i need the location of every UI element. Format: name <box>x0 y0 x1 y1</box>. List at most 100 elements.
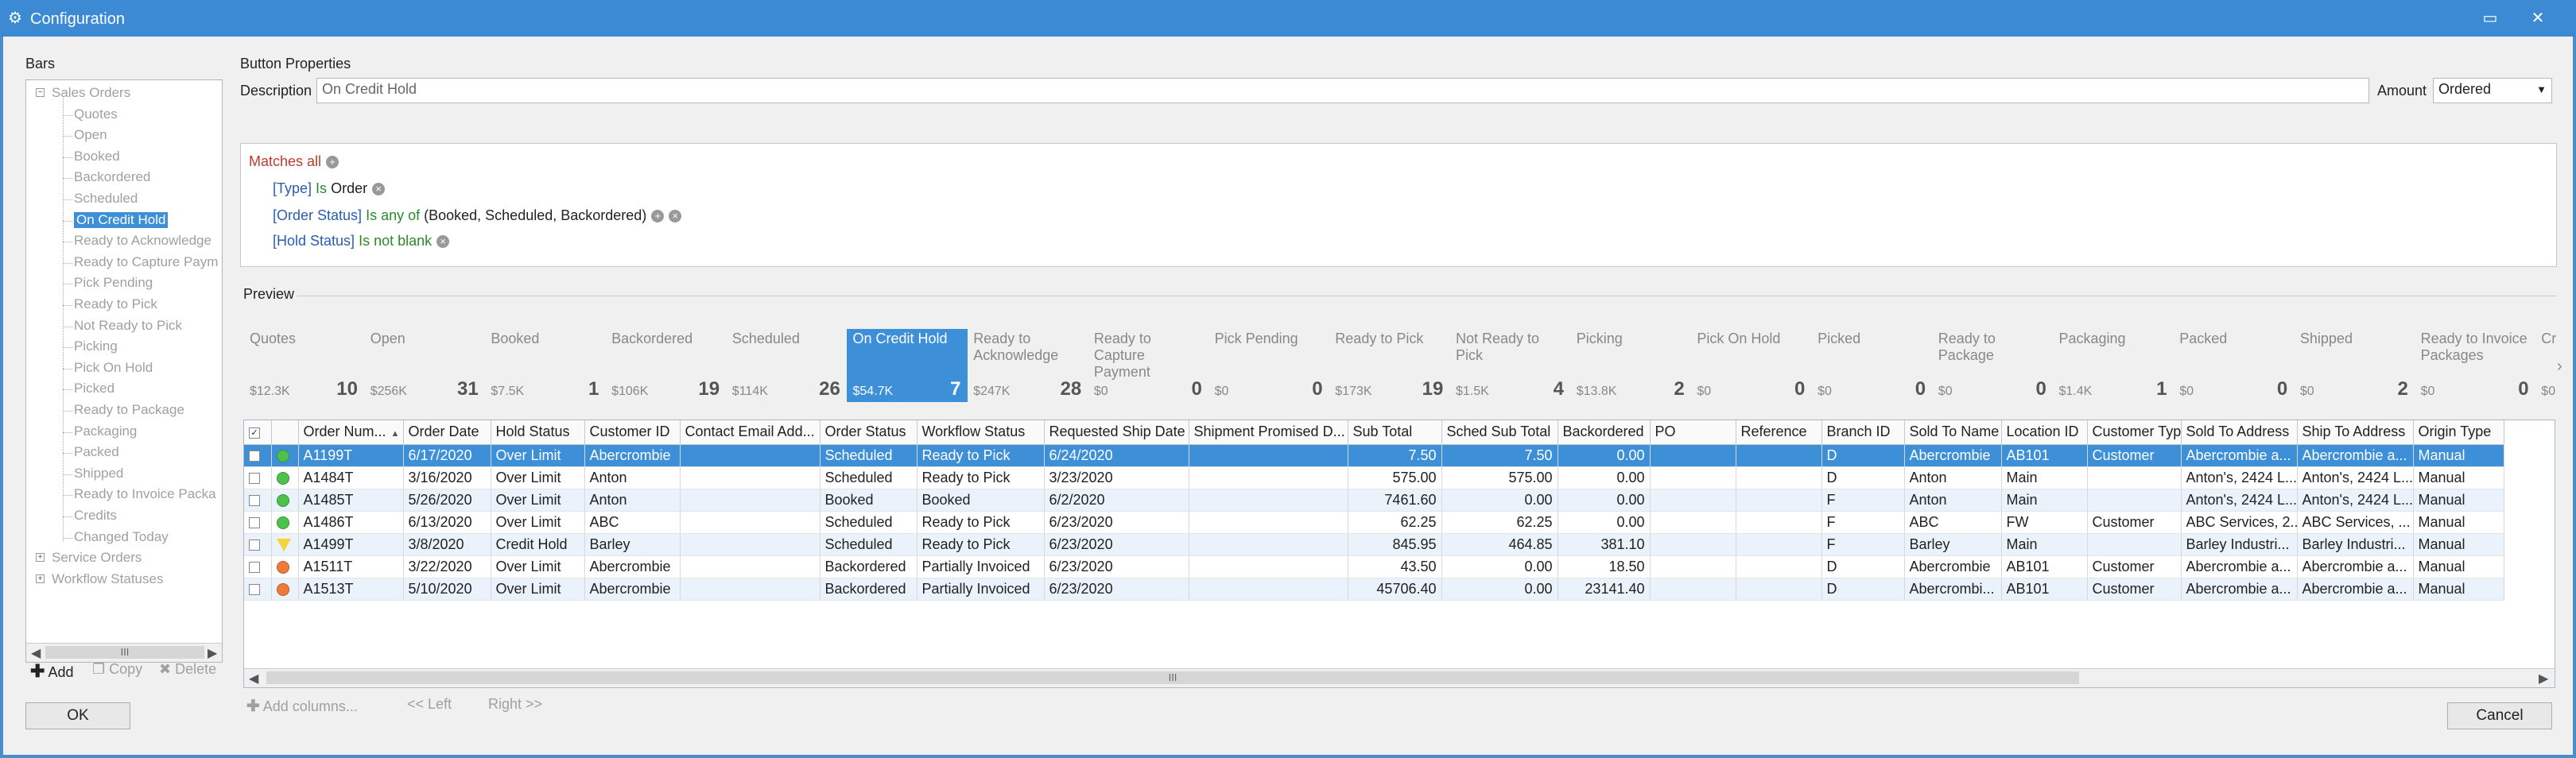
tree-item[interactable]: Service Orders <box>52 550 142 566</box>
grid-cell[interactable]: Abercrombie a... <box>2181 555 2298 578</box>
filter-group-operator[interactable]: Matches all <box>249 153 321 169</box>
table-row[interactable]: A1484T 3/16/2020 Over Limit Anton Scheduled R… <box>244 466 2504 489</box>
grid-cell[interactable]: AB101 <box>2001 444 2088 467</box>
grid-cell[interactable] <box>680 578 821 601</box>
table-row[interactable]: A1511T 3/22/2020 Over Limit Abercrombie Back… <box>244 555 2504 578</box>
grid-cell[interactable]: Abercrombie a... <box>2181 578 2298 601</box>
grid-cell[interactable]: ABC Services, ... <box>2297 511 2414 534</box>
grid-cell[interactable]: AB101 <box>2001 555 2088 578</box>
grid-cell[interactable]: 3/22/2020 <box>403 555 491 578</box>
condition-order-status-field[interactable]: [Order Status] <box>273 207 362 223</box>
grid-cell[interactable]: Manual <box>2413 533 2504 556</box>
grid-cell[interactable]: Barley Industri... <box>2297 533 2414 556</box>
grid-cell[interactable]: 0.00 <box>1441 489 1558 512</box>
move-right-button[interactable]: Right >> <box>488 696 542 713</box>
grid-cell[interactable]: A1484T <box>298 466 404 489</box>
grid-cell[interactable]: Abercrombie <box>1904 444 2002 467</box>
maximize-button[interactable]: ▭ <box>2474 5 2506 32</box>
grid-cell[interactable]: Main <box>2001 533 2088 556</box>
preview-bar[interactable]: Quotes $12.3K 10 <box>243 329 364 402</box>
close-button[interactable]: ✕ <box>2522 5 2554 32</box>
grid-horizontal-scrollbar[interactable]: ◀ III ▶ <box>244 668 2555 687</box>
row-checkbox[interactable] <box>249 516 260 528</box>
grid-cell[interactable]: 0.00 <box>1441 555 1558 578</box>
grid-cell[interactable] <box>1189 578 1348 601</box>
grid-cell[interactable] <box>1650 444 1736 467</box>
preview-bar[interactable]: Picked $0 0 <box>1811 329 1932 402</box>
row-checkbox[interactable] <box>249 561 260 573</box>
grid-cell[interactable]: Manual <box>2413 444 2504 467</box>
grid-cell[interactable]: Credit Hold <box>491 533 585 556</box>
tree-item[interactable]: Ready to Acknowledge <box>74 233 211 249</box>
grid-cell[interactable] <box>1736 466 1822 489</box>
scroll-left-icon[interactable]: ◀ <box>249 671 258 686</box>
grid-cell[interactable]: 43.50 <box>1348 555 1442 578</box>
grid-cell[interactable] <box>1736 533 1822 556</box>
column-header[interactable]: Workflow Status <box>917 420 1045 445</box>
grid-cell[interactable] <box>1189 444 1348 467</box>
row-checkbox[interactable] <box>249 472 260 484</box>
grid-cell[interactable]: Ready to Pick <box>917 533 1045 556</box>
row-checkbox-cell[interactable] <box>244 511 272 534</box>
grid-cell[interactable]: 0.00 <box>1441 578 1558 601</box>
column-header[interactable]: Ship To Address <box>2297 420 2414 445</box>
preview-bar[interactable]: Pick On Hold $0 0 <box>1690 329 1811 402</box>
tree-item[interactable]: Scheduled <box>74 191 138 207</box>
condition-order-status-value[interactable]: (Booked, Scheduled, Backordered) <box>424 207 646 223</box>
condition-order-status-operator[interactable]: Is any of <box>366 207 420 223</box>
grid-cell[interactable]: 575.00 <box>1348 466 1442 489</box>
bars-tree[interactable]: Sales Orders − Quotes Open Booked Backordered… <box>25 79 223 663</box>
grid-cell[interactable]: ABC <box>1904 511 2002 534</box>
bars-next-icon[interactable]: › <box>2557 358 2562 376</box>
column-header[interactable]: Shipment Promised D... <box>1189 420 1348 445</box>
grid-cell[interactable]: Over Limit <box>491 578 585 601</box>
grid-cell[interactable]: Anton <box>584 466 681 489</box>
grid-cell[interactable]: A1199T <box>298 444 404 467</box>
grid-cell[interactable]: 464.85 <box>1441 533 1558 556</box>
grid-cell[interactable] <box>1736 511 1822 534</box>
column-header[interactable]: Requested Ship Date <box>1044 420 1189 445</box>
add-value-icon[interactable]: + <box>651 210 665 223</box>
grid-cell[interactable]: 7461.60 <box>1348 489 1442 512</box>
grid-cell[interactable] <box>1736 444 1822 467</box>
tree-item[interactable]: Pick On Hold <box>74 360 153 376</box>
remove-condition-icon[interactable]: × <box>669 210 682 223</box>
tree-horizontal-scrollbar[interactable]: ◀ III ▶ <box>26 643 222 662</box>
column-header[interactable]: Sched Sub Total <box>1441 420 1558 445</box>
grid-cell[interactable]: A1499T <box>298 533 404 556</box>
grid-scroll-thumb[interactable]: III <box>266 671 2079 684</box>
grid-cell[interactable] <box>680 533 821 556</box>
grid-cell[interactable] <box>1189 489 1348 512</box>
preview-bar[interactable]: Ready to Pick $173K 19 <box>1329 329 1449 402</box>
tree-item[interactable]: Ready to Capture Paym <box>74 254 218 270</box>
amount-select[interactable]: Ordered ▼ <box>2433 78 2552 103</box>
condition-hold-status[interactable]: [Hold Status] Is not blank × <box>273 233 450 249</box>
delete-bar-button[interactable]: ✖ Delete <box>159 661 216 678</box>
tree-item[interactable]: Booked <box>74 149 120 164</box>
orders-grid[interactable]: ✓ Order Num... ▲ Order Date Hold Status Custo… <box>243 420 2555 688</box>
condition-hold-status-operator[interactable]: Is not blank <box>359 233 432 249</box>
title-bar[interactable]: ⚙ Configuration ▭ ✕ <box>0 0 2576 37</box>
move-left-button[interactable]: << Left <box>407 696 452 713</box>
grid-cell[interactable]: Barley <box>584 533 681 556</box>
grid-cell[interactable]: Backordered <box>820 555 918 578</box>
tree-item[interactable]: Pick Pending <box>74 275 153 291</box>
grid-cell[interactable]: Over Limit <box>491 489 585 512</box>
grid-cell[interactable]: 7.50 <box>1348 444 1442 467</box>
grid-cell[interactable]: F <box>1821 533 1905 556</box>
grid-cell[interactable]: Backordered <box>820 578 918 601</box>
filter-group-row[interactable]: Matches all + <box>249 153 339 170</box>
condition-type-operator[interactable]: Is <box>316 180 327 196</box>
grid-cell[interactable] <box>1189 511 1348 534</box>
tree-item[interactable]: Backordered <box>74 169 150 185</box>
grid-cell[interactable]: 62.25 <box>1441 511 1558 534</box>
tree-item[interactable]: Ready to Pick <box>74 296 157 312</box>
column-header[interactable]: Origin Type <box>2413 420 2504 445</box>
column-header[interactable]: Branch ID <box>1821 420 1905 445</box>
grid-cell[interactable]: Abercrombie <box>584 555 681 578</box>
grid-cell[interactable]: Customer <box>2087 555 2182 578</box>
grid-cell[interactable]: Abercrombie a... <box>2181 444 2298 467</box>
column-header[interactable]: Reference <box>1736 420 1822 445</box>
description-input[interactable]: On Credit Hold <box>316 78 2369 103</box>
grid-cell[interactable]: Customer <box>2087 444 2182 467</box>
